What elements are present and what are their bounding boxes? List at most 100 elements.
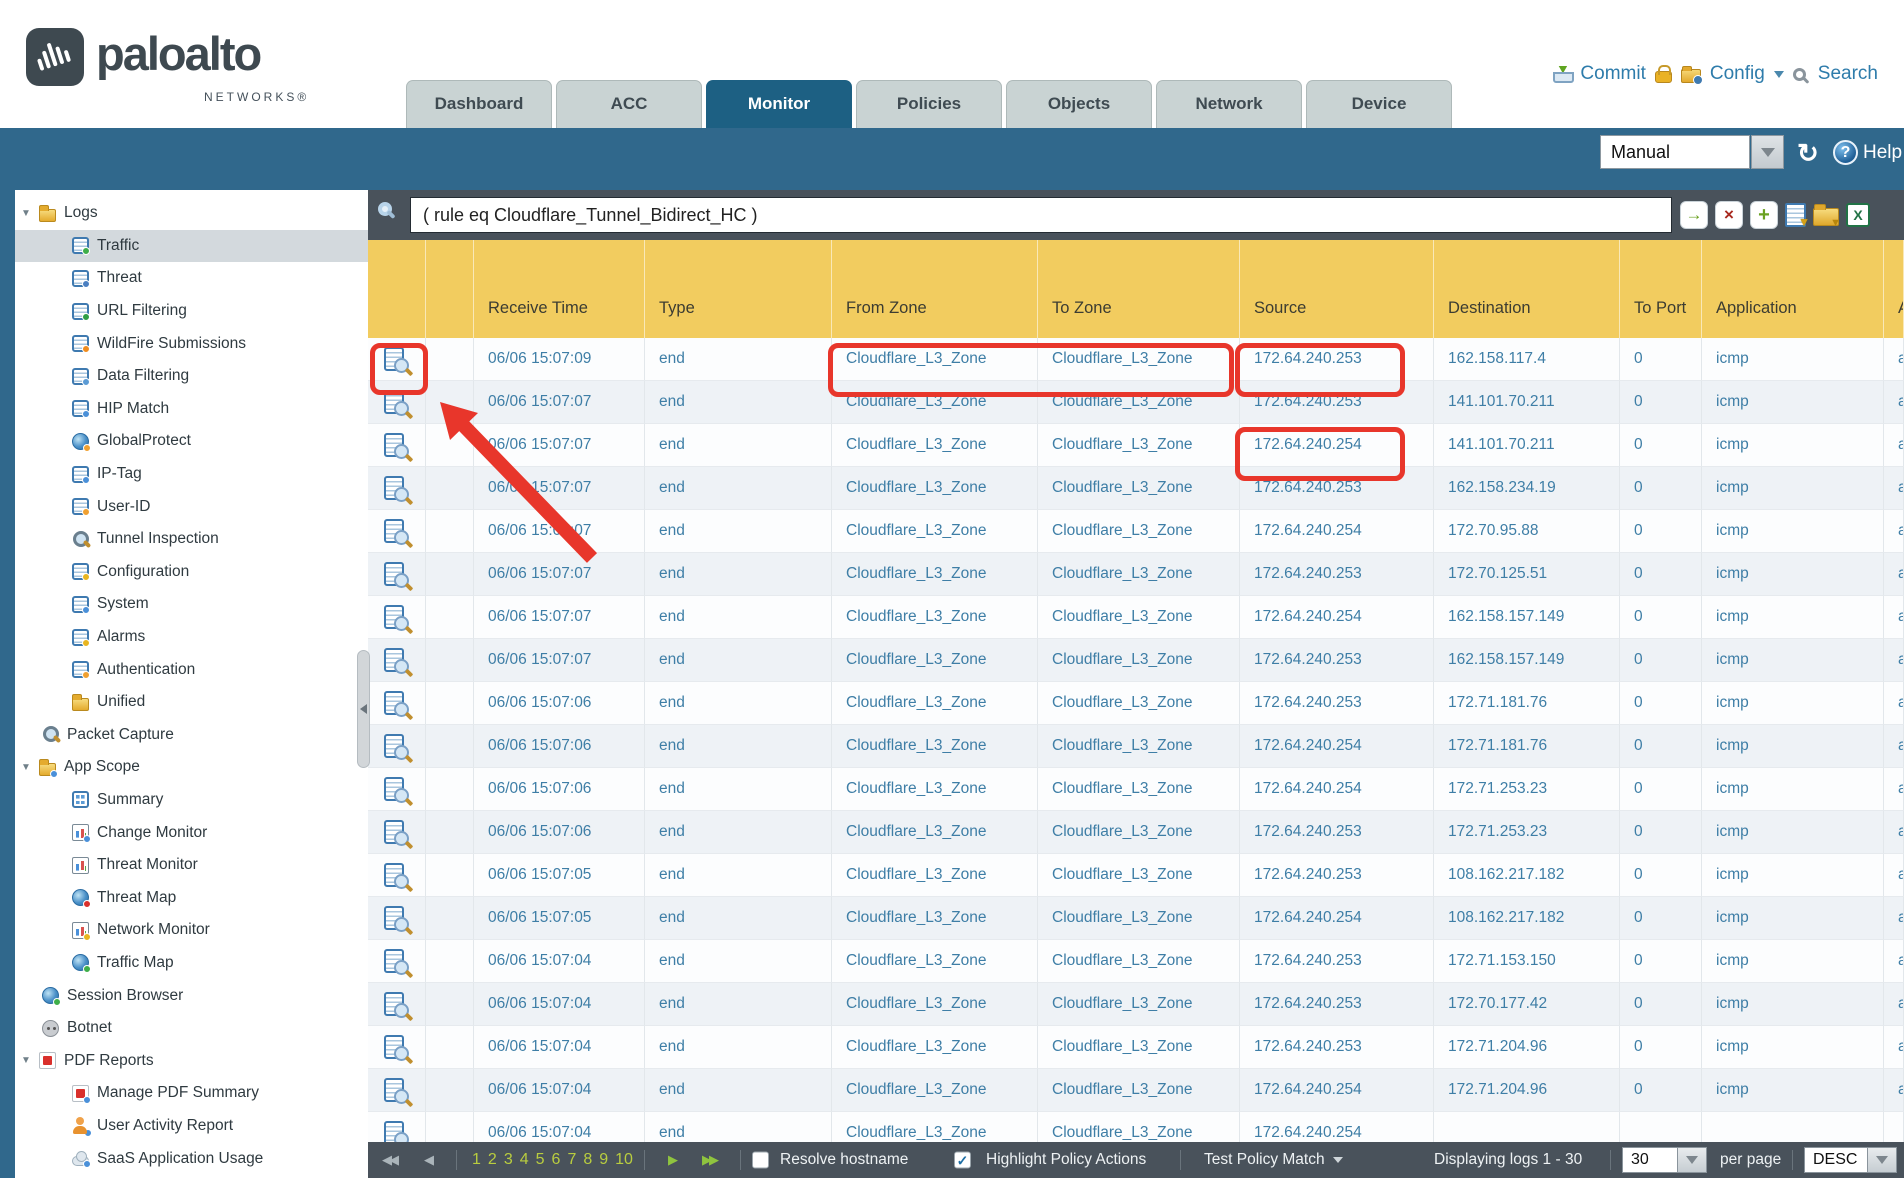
log-row[interactable]: 06/06 15:07:05endCloudflare_L3_ZoneCloud…: [368, 897, 1904, 940]
log-detail-icon[interactable]: [384, 820, 404, 844]
source-cell[interactable]: 172.64.240.253: [1240, 381, 1434, 424]
log-row[interactable]: 06/06 15:07:06endCloudflare_L3_ZoneCloud…: [368, 682, 1904, 725]
from-zone-cell[interactable]: Cloudflare_L3_Zone: [832, 940, 1038, 983]
log-row[interactable]: 06/06 15:07:04endCloudflare_L3_ZoneCloud…: [368, 983, 1904, 1026]
type-cell[interactable]: end: [645, 768, 832, 811]
destination-cell[interactable]: 162.158.157.149: [1434, 596, 1620, 639]
to-zone-cell[interactable]: Cloudflare_L3_Zone: [1038, 725, 1240, 768]
sidebar-item-change-monitor[interactable]: Change Monitor: [15, 816, 368, 849]
sidebar-item-app-scope[interactable]: ▼App Scope: [15, 751, 368, 784]
action-cell[interactable]: a: [1884, 811, 1904, 854]
receive-time-cell[interactable]: 06/06 15:07:09: [474, 338, 645, 381]
page-number-3[interactable]: 3: [504, 1151, 513, 1169]
log-row[interactable]: 06/06 15:07:07endCloudflare_L3_ZoneCloud…: [368, 467, 1904, 510]
destination-cell[interactable]: 172.71.181.76: [1434, 725, 1620, 768]
action-cell[interactable]: a: [1884, 983, 1904, 1026]
source-cell[interactable]: 172.64.240.254: [1240, 1069, 1434, 1112]
to-zone-cell[interactable]: Cloudflare_L3_Zone: [1038, 338, 1240, 381]
destination-cell[interactable]: 108.162.217.182: [1434, 897, 1620, 940]
receive-time-cell[interactable]: 06/06 15:07:04: [474, 940, 645, 983]
destination-cell[interactable]: 172.71.181.76: [1434, 682, 1620, 725]
action-cell[interactable]: a: [1884, 424, 1904, 467]
type-cell[interactable]: end: [645, 725, 832, 768]
to-zone-cell[interactable]: Cloudflare_L3_Zone: [1038, 381, 1240, 424]
to-zone-cell[interactable]: Cloudflare_L3_Zone: [1038, 811, 1240, 854]
sidebar-item-threat-monitor[interactable]: Threat Monitor: [15, 849, 368, 882]
page-number-4[interactable]: 4: [520, 1151, 529, 1169]
sidebar-item-packet-capture[interactable]: Packet Capture: [15, 719, 368, 752]
destination-cell[interactable]: 172.70.177.42: [1434, 983, 1620, 1026]
log-detail-icon[interactable]: [384, 906, 404, 930]
action-cell[interactable]: a: [1884, 639, 1904, 682]
expander-icon[interactable]: ▼: [21, 208, 39, 219]
sidebar-item-network-monitor[interactable]: Network Monitor: [15, 914, 368, 947]
sidebar-item-threat-map[interactable]: Threat Map: [15, 881, 368, 914]
application-cell[interactable]: icmp: [1702, 768, 1884, 811]
column-header-a[interactable]: A: [1884, 240, 1904, 338]
to-port-cell[interactable]: 0: [1620, 596, 1702, 639]
application-cell[interactable]: icmp: [1702, 811, 1884, 854]
column-header-from-zone[interactable]: From Zone: [832, 240, 1038, 338]
lock-icon[interactable]: [1655, 71, 1672, 83]
log-detail-icon[interactable]: [384, 605, 404, 629]
to-zone-cell[interactable]: Cloudflare_L3_Zone: [1038, 768, 1240, 811]
type-cell[interactable]: end: [645, 811, 832, 854]
source-cell[interactable]: 172.64.240.254: [1240, 510, 1434, 553]
to-zone-cell[interactable]: Cloudflare_L3_Zone: [1038, 854, 1240, 897]
last-page-button[interactable]: ▶▶: [702, 1152, 716, 1168]
from-zone-cell[interactable]: Cloudflare_L3_Zone: [832, 1069, 1038, 1112]
per-page-dropdown-button[interactable]: [1678, 1147, 1707, 1173]
application-cell[interactable]: icmp: [1702, 1026, 1884, 1069]
source-cell[interactable]: 172.64.240.254: [1240, 768, 1434, 811]
sidebar-item-botnet[interactable]: Botnet: [15, 1012, 368, 1045]
from-zone-cell[interactable]: Cloudflare_L3_Zone: [832, 596, 1038, 639]
log-detail-icon[interactable]: [384, 1035, 404, 1059]
type-cell[interactable]: end: [645, 381, 832, 424]
receive-time-cell[interactable]: 06/06 15:07:06: [474, 768, 645, 811]
type-cell[interactable]: end: [645, 467, 832, 510]
sort-order-dropdown-button[interactable]: [1868, 1147, 1897, 1173]
type-cell[interactable]: end: [645, 596, 832, 639]
add-filter-button[interactable]: +: [1750, 201, 1778, 229]
action-cell[interactable]: a: [1884, 897, 1904, 940]
log-row[interactable]: 06/06 15:07:07endCloudflare_L3_ZoneCloud…: [368, 639, 1904, 682]
log-row[interactable]: 06/06 15:07:05endCloudflare_L3_ZoneCloud…: [368, 854, 1904, 897]
commit-link[interactable]: Commit: [1580, 63, 1645, 85]
to-port-cell[interactable]: 0: [1620, 381, 1702, 424]
test-policy-match-button[interactable]: Test Policy Match: [1204, 1151, 1343, 1169]
config-link[interactable]: Config: [1710, 63, 1765, 85]
source-cell[interactable]: 172.64.240.254: [1240, 1112, 1434, 1142]
action-cell[interactable]: a: [1884, 338, 1904, 381]
refresh-interval-dropdown-button[interactable]: [1751, 135, 1784, 169]
sidebar-item-wildfire-submissions[interactable]: WildFire Submissions: [15, 327, 368, 360]
page-number-2[interactable]: 2: [488, 1151, 497, 1169]
to-port-cell[interactable]: 0: [1620, 983, 1702, 1026]
source-cell[interactable]: 172.64.240.253: [1240, 467, 1434, 510]
source-cell[interactable]: 172.64.240.254: [1240, 725, 1434, 768]
tab-dashboard[interactable]: Dashboard: [406, 80, 552, 128]
log-row[interactable]: 06/06 15:07:07endCloudflare_L3_ZoneCloud…: [368, 381, 1904, 424]
sort-order-select[interactable]: DESC: [1804, 1147, 1868, 1173]
tab-network[interactable]: Network: [1156, 80, 1302, 128]
clear-filter-button[interactable]: ×: [1715, 201, 1743, 229]
to-port-cell[interactable]: 0: [1620, 940, 1702, 983]
application-cell[interactable]: icmp: [1702, 424, 1884, 467]
action-cell[interactable]: a: [1884, 940, 1904, 983]
log-row[interactable]: 06/06 15:07:04endCloudflare_L3_ZoneCloud…: [368, 1069, 1904, 1112]
type-cell[interactable]: end: [645, 897, 832, 940]
to-zone-cell[interactable]: Cloudflare_L3_Zone: [1038, 682, 1240, 725]
application-cell[interactable]: icmp: [1702, 553, 1884, 596]
log-row[interactable]: 06/06 15:07:04endCloudflare_L3_ZoneCloud…: [368, 1026, 1904, 1069]
to-zone-cell[interactable]: Cloudflare_L3_Zone: [1038, 639, 1240, 682]
source-cell[interactable]: 172.64.240.253: [1240, 338, 1434, 381]
type-cell[interactable]: end: [645, 338, 832, 381]
application-cell[interactable]: icmp: [1702, 682, 1884, 725]
application-cell[interactable]: icmp: [1702, 725, 1884, 768]
to-zone-cell[interactable]: Cloudflare_L3_Zone: [1038, 467, 1240, 510]
column-header-to-port[interactable]: To Port: [1620, 240, 1702, 338]
column-header-blank[interactable]: [368, 240, 426, 338]
from-zone-cell[interactable]: Cloudflare_L3_Zone: [832, 682, 1038, 725]
tab-device[interactable]: Device: [1306, 80, 1452, 128]
sidebar-item-user-id[interactable]: User-ID: [15, 490, 368, 523]
sidebar-item-configuration[interactable]: Configuration: [15, 556, 368, 589]
